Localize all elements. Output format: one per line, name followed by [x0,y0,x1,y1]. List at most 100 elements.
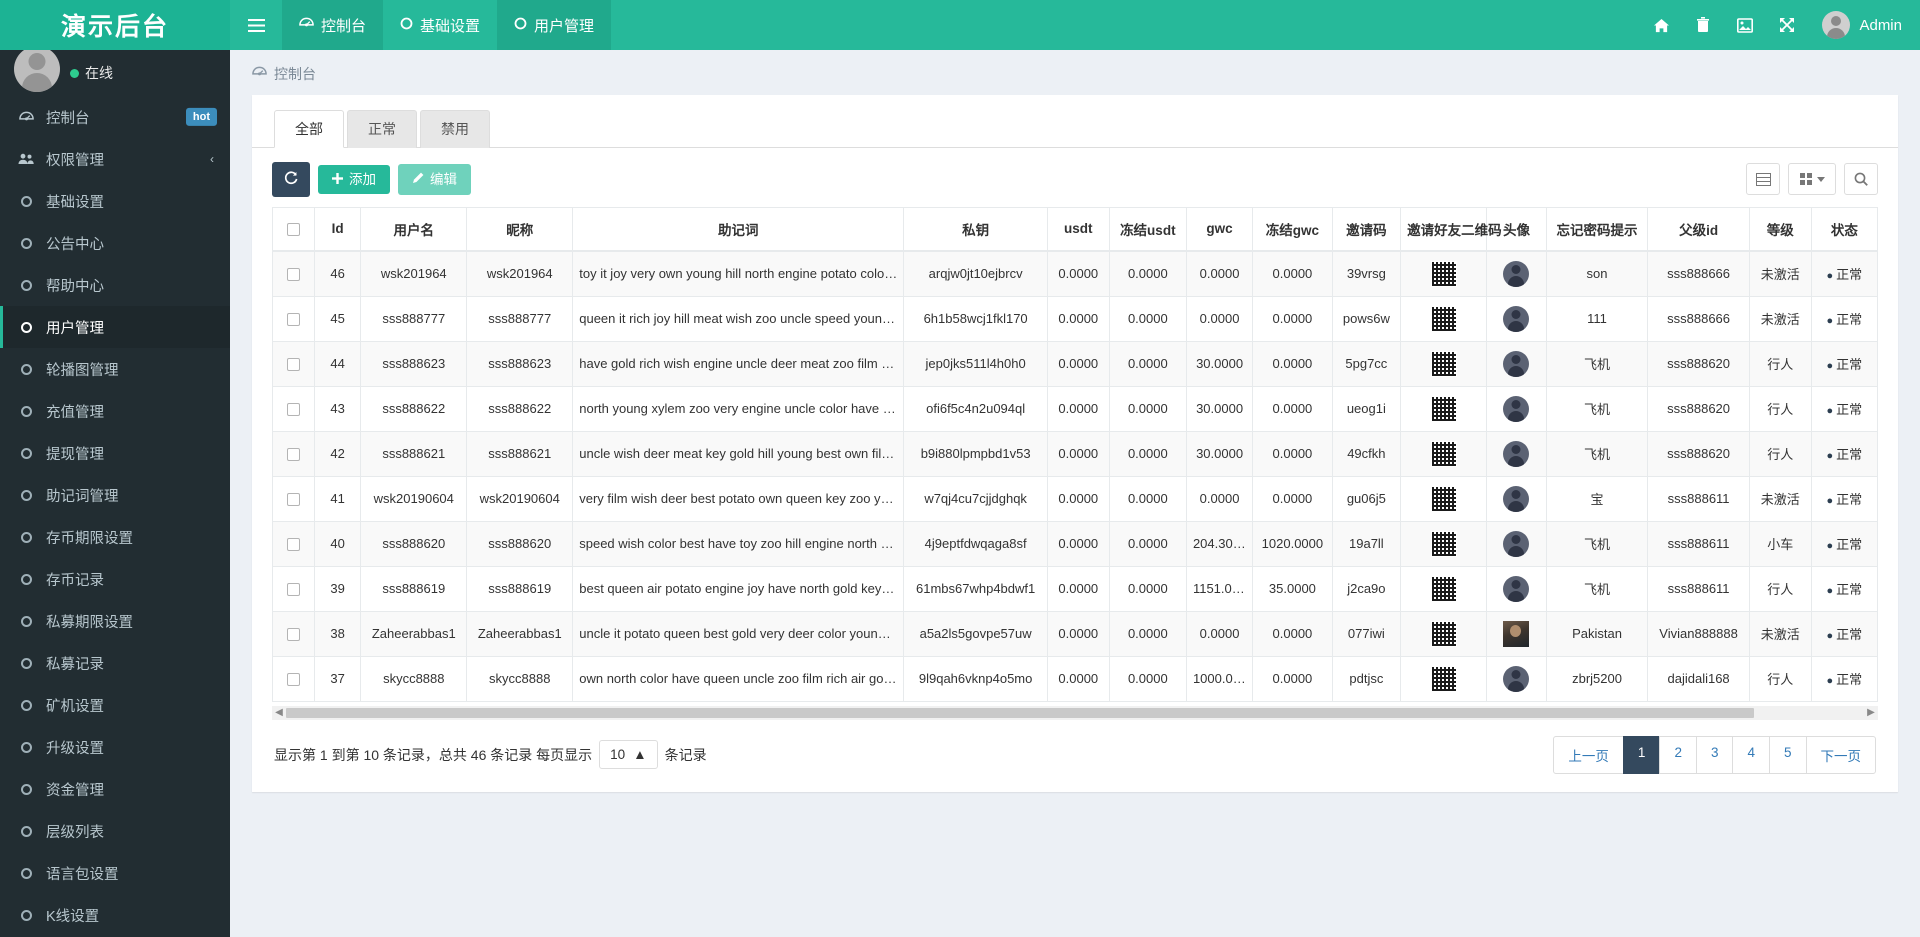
row-checkbox[interactable] [286,493,300,507]
sidebar-item-10[interactable]: 存币期限设置 [0,516,230,558]
breadcrumb-label[interactable]: 控制台 [274,64,316,84]
sidebar-item-0[interactable]: 控制台 hot [0,96,230,138]
col-frozen-gwc[interactable]: 冻结gwc [1252,206,1333,252]
top-nav-tab-dashboard[interactable]: 控制台 [282,0,384,50]
avatar[interactable] [1503,260,1530,287]
table-horizontal-scrollbar[interactable]: ◀ ▶ [272,705,1878,720]
sidebar-item-7[interactable]: 充值管理 [0,390,230,432]
qr-code-icon[interactable] [1430,665,1457,692]
row-checkbox[interactable] [286,313,300,327]
sidebar-item-1[interactable]: 权限管理 ‹ [0,138,230,180]
sidebar-item-17[interactable]: 层级列表 [0,810,230,852]
scrollbar-thumb[interactable] [286,707,1754,718]
row-checkbox[interactable] [286,673,300,687]
sidebar-toggle-button[interactable] [230,0,282,50]
table-row[interactable]: 41 wsk20190604 wsk20190604 very film wish d… [272,475,1879,522]
sidebar-item-15[interactable]: 升级设置 [0,726,230,768]
filter-tab-2[interactable]: 禁用 [420,110,490,148]
sidebar-item-2[interactable]: 基础设置 [0,180,230,222]
col-privkey[interactable]: 私钥 [903,206,1048,252]
row-checkbox[interactable] [286,583,300,597]
pagination-item-5[interactable]: 5 [1768,735,1807,774]
qr-code-icon[interactable] [1430,260,1457,287]
avatar[interactable] [1503,350,1530,377]
col-status[interactable]: 状态 [1810,206,1879,252]
table-row[interactable]: 37 skycc8888 skycc8888 own north color have… [272,655,1879,702]
row-checkbox[interactable] [286,628,300,642]
table-row[interactable]: 40 sss888620 sss888620 speed wish color bes… [272,520,1879,567]
table-row[interactable]: 46 wsk201964 wsk201964 toy it joy very own … [272,250,1879,297]
qr-code-icon[interactable] [1430,440,1457,467]
avatar[interactable] [1503,485,1530,512]
row-checkbox[interactable] [286,268,300,282]
qr-code-icon[interactable] [1430,575,1457,602]
pagination-item-3[interactable]: 3 [1695,735,1734,774]
avatar[interactable] [1503,665,1530,692]
col-id[interactable]: Id [313,206,362,252]
col-mnemonic[interactable]: 助记词 [572,206,905,252]
col-invite-qr[interactable]: 邀请好友二维码 [1400,206,1502,252]
avatar[interactable] [1503,530,1530,557]
edit-button[interactable]: 编辑 [398,164,471,195]
pagination-item-4[interactable]: 4 [1732,735,1770,774]
row-checkbox[interactable] [286,538,300,552]
sidebar-item-4[interactable]: 帮助中心 [0,264,230,306]
sidebar-item-11[interactable]: 存币记录 [0,558,230,600]
sidebar-item-19[interactable]: K线设置 [0,894,230,936]
page-size-select[interactable]: 10 ▲ [599,740,658,769]
qr-code-icon[interactable] [1430,620,1457,647]
col-username[interactable]: 用户名 [360,206,468,252]
grid-view-icon[interactable] [1788,163,1836,196]
row-checkbox[interactable] [286,358,300,372]
sidebar-item-16[interactable]: 资金管理 [0,768,230,810]
scroll-right-arrow-icon[interactable]: ▶ [1864,707,1878,718]
sidebar-item-18[interactable]: 语言包设置 [0,852,230,894]
qr-code-icon[interactable] [1430,350,1457,377]
table-row[interactable]: 42 sss888621 sss888621 uncle wish deer meat… [272,430,1879,477]
avatar[interactable] [1503,305,1530,332]
sidebar-item-13[interactable]: 私募记录 [0,642,230,684]
qr-code-icon[interactable] [1430,305,1457,332]
search-icon[interactable] [1844,163,1878,196]
table-row[interactable]: 39 sss888619 sss888619 best queen air potat… [272,565,1879,612]
col-gwc[interactable]: gwc [1185,206,1254,252]
sidebar-item-6[interactable]: 轮播图管理 [0,348,230,390]
col-invite-code[interactable]: 邀请码 [1331,206,1402,252]
table-row[interactable]: 43 sss888622 sss888622 north young xylem zo… [272,385,1879,432]
avatar[interactable] [1503,440,1530,467]
qr-code-icon[interactable] [1430,530,1457,557]
col-frozen-usdt[interactable]: 冻结usdt [1108,206,1187,252]
qr-code-icon[interactable] [1430,395,1457,422]
pagination-item-1[interactable]: 1 [1622,735,1661,774]
refresh-button[interactable] [272,162,310,197]
add-button[interactable]: 添加 [318,164,390,194]
select-all-checkbox[interactable] [286,222,300,236]
sidebar-item-8[interactable]: 提现管理 [0,432,230,474]
row-checkbox[interactable] [286,403,300,417]
avatar[interactable] [1503,575,1530,602]
top-nav-tab-basic-settings[interactable]: 基础设置 [383,0,497,50]
pagination-item-6[interactable]: 下一页 [1805,735,1876,774]
pagination-item-2[interactable]: 2 [1659,735,1697,774]
sidebar-item-14[interactable]: 矿机设置 [0,684,230,726]
pagination-item-0[interactable]: 上一页 [1553,735,1624,774]
col-nickname[interactable]: 昵称 [466,206,574,252]
sidebar-item-12[interactable]: 私募期限设置 [0,600,230,642]
user-menu[interactable]: Admin [1808,11,1902,39]
scrollbar-track[interactable] [286,707,1864,718]
filter-tab-0[interactable]: 全部 [274,110,344,148]
col-password-hint[interactable]: 忘记密码提示 [1545,206,1649,252]
avatar[interactable] [1503,620,1530,647]
top-nav-tab-user-management[interactable]: 用户管理 [497,0,612,50]
home-icon[interactable] [1640,0,1682,50]
table-row[interactable]: 44 sss888623 sss888623 have gold rich wish … [272,340,1879,387]
trash-icon[interactable] [1682,0,1724,50]
image-icon[interactable] [1724,0,1766,50]
col-level[interactable]: 等级 [1748,206,1812,252]
row-checkbox[interactable] [286,448,300,462]
scroll-left-arrow-icon[interactable]: ◀ [272,707,286,718]
col-parent-id[interactable]: 父级id [1647,206,1750,252]
table-row[interactable]: 38 Zaheerabbas1 Zaheerabbas1 uncle it potat… [272,610,1879,657]
filter-tab-1[interactable]: 正常 [347,110,417,148]
avatar[interactable] [1503,395,1530,422]
